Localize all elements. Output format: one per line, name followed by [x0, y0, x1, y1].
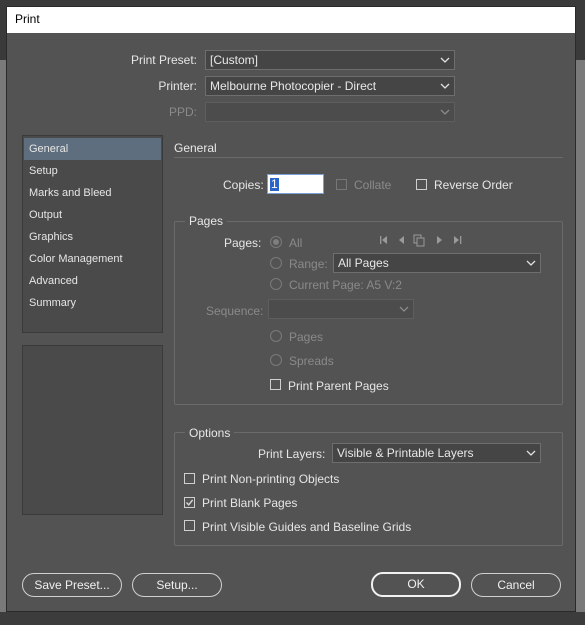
chevron-down-icon: [399, 306, 409, 312]
chevron-down-icon: [440, 57, 450, 63]
current-page-label: Current Page: A5 V:2: [289, 278, 402, 292]
printer-label: Printer:: [158, 79, 197, 93]
copies-label: Copies:: [223, 178, 264, 192]
copies-input[interactable]: 1: [267, 174, 324, 194]
print-preset-label: Print Preset:: [130, 53, 197, 67]
print-preset-select[interactable]: [Custom]: [205, 50, 455, 70]
ppd-select: [205, 102, 455, 122]
sidebar-item-setup[interactable]: Setup: [24, 160, 161, 182]
sequence-select: [268, 299, 414, 319]
sequence-label: Sequence:: [206, 304, 264, 318]
print-non-printing-checkbox[interactable]: [184, 473, 195, 484]
print-layers-value: Visible & Printable Layers: [337, 446, 474, 460]
spreads-option-radio: [270, 354, 282, 366]
print-dialog: Print Print Preset: [Custom] Printer: Me…: [6, 6, 576, 612]
collate-checkbox: [336, 179, 347, 190]
print-guides-checkbox[interactable]: [184, 520, 195, 531]
pages-label: Pages:: [224, 236, 262, 250]
sidebar-item-advanced[interactable]: Advanced: [24, 270, 161, 292]
sidebar-item-general[interactable]: General: [24, 138, 161, 160]
reverse-order-label: Reverse Order: [434, 178, 513, 192]
range-label: Range:: [289, 257, 328, 271]
general-section-title: General: [174, 141, 217, 155]
sidebar-item-marks-and-bleed[interactable]: Marks and Bleed: [24, 182, 161, 204]
collate-label: Collate: [354, 178, 392, 192]
cancel-button[interactable]: Cancel: [471, 573, 561, 597]
window-title: Print: [15, 12, 40, 26]
sidebar-item-color-management[interactable]: Color Management: [24, 248, 161, 270]
print-preview-area: [22, 345, 163, 515]
print-blank-pages-label: Print Blank Pages: [202, 496, 298, 510]
spreads-option-label: Spreads: [289, 354, 334, 368]
save-preset-button[interactable]: Save Preset...: [22, 573, 122, 597]
setup-button[interactable]: Setup...: [132, 573, 222, 597]
print-non-printing-label: Print Non-printing Objects: [202, 472, 340, 486]
pages-option-label: Pages: [289, 330, 324, 344]
first-page-icon: [380, 236, 387, 244]
sidebar-item-graphics[interactable]: Graphics: [24, 226, 161, 248]
checkmark-icon: [185, 499, 194, 506]
all-pages-radio: [270, 236, 282, 248]
sidebar-nav: General Setup Marks and Bleed Output Gra…: [22, 135, 163, 333]
chevron-down-icon: [526, 450, 536, 456]
previous-page-icon: [399, 236, 404, 244]
copies-value: 1: [270, 177, 279, 191]
sidebar-item-output[interactable]: Output: [24, 204, 161, 226]
printer-select[interactable]: Melbourne Photocopier - Direct: [205, 76, 455, 96]
chevron-down-icon: [440, 109, 450, 115]
range-select[interactable]: All Pages: [333, 253, 541, 273]
section-divider: [174, 157, 563, 158]
ppd-label: PPD:: [168, 105, 197, 119]
print-parent-pages-label: Print Parent Pages: [288, 379, 389, 393]
pages-option-radio: [270, 330, 282, 342]
print-parent-pages-checkbox[interactable]: [270, 379, 281, 390]
page-spread-icon: [413, 234, 425, 247]
ok-button[interactable]: OK: [371, 572, 461, 597]
page-navigation: [380, 234, 462, 247]
reverse-order-checkbox[interactable]: [416, 179, 427, 190]
all-pages-label: All: [289, 236, 303, 250]
range-radio: [270, 257, 282, 269]
print-guides-label: Print Visible Guides and Baseline Grids: [202, 520, 412, 534]
print-layers-select[interactable]: Visible & Printable Layers: [332, 443, 541, 463]
sidebar-item-summary[interactable]: Summary: [24, 292, 161, 314]
chevron-down-icon: [526, 260, 536, 266]
last-page-icon: [454, 236, 462, 244]
options-group-title: Options: [185, 426, 235, 440]
print-preset-value: [Custom]: [210, 53, 259, 67]
printer-value: Melbourne Photocopier - Direct: [210, 79, 377, 93]
current-page-radio: [270, 278, 282, 290]
print-layers-label: Print Layers:: [258, 447, 326, 461]
chevron-down-icon: [440, 83, 450, 89]
next-page-icon: [437, 236, 442, 244]
pages-group-title: Pages: [185, 214, 228, 228]
title-bar: Print: [7, 7, 575, 33]
range-value: All Pages: [338, 256, 389, 270]
background-window-bottom: [0, 612, 585, 625]
print-blank-pages-checkbox[interactable]: [184, 497, 195, 508]
